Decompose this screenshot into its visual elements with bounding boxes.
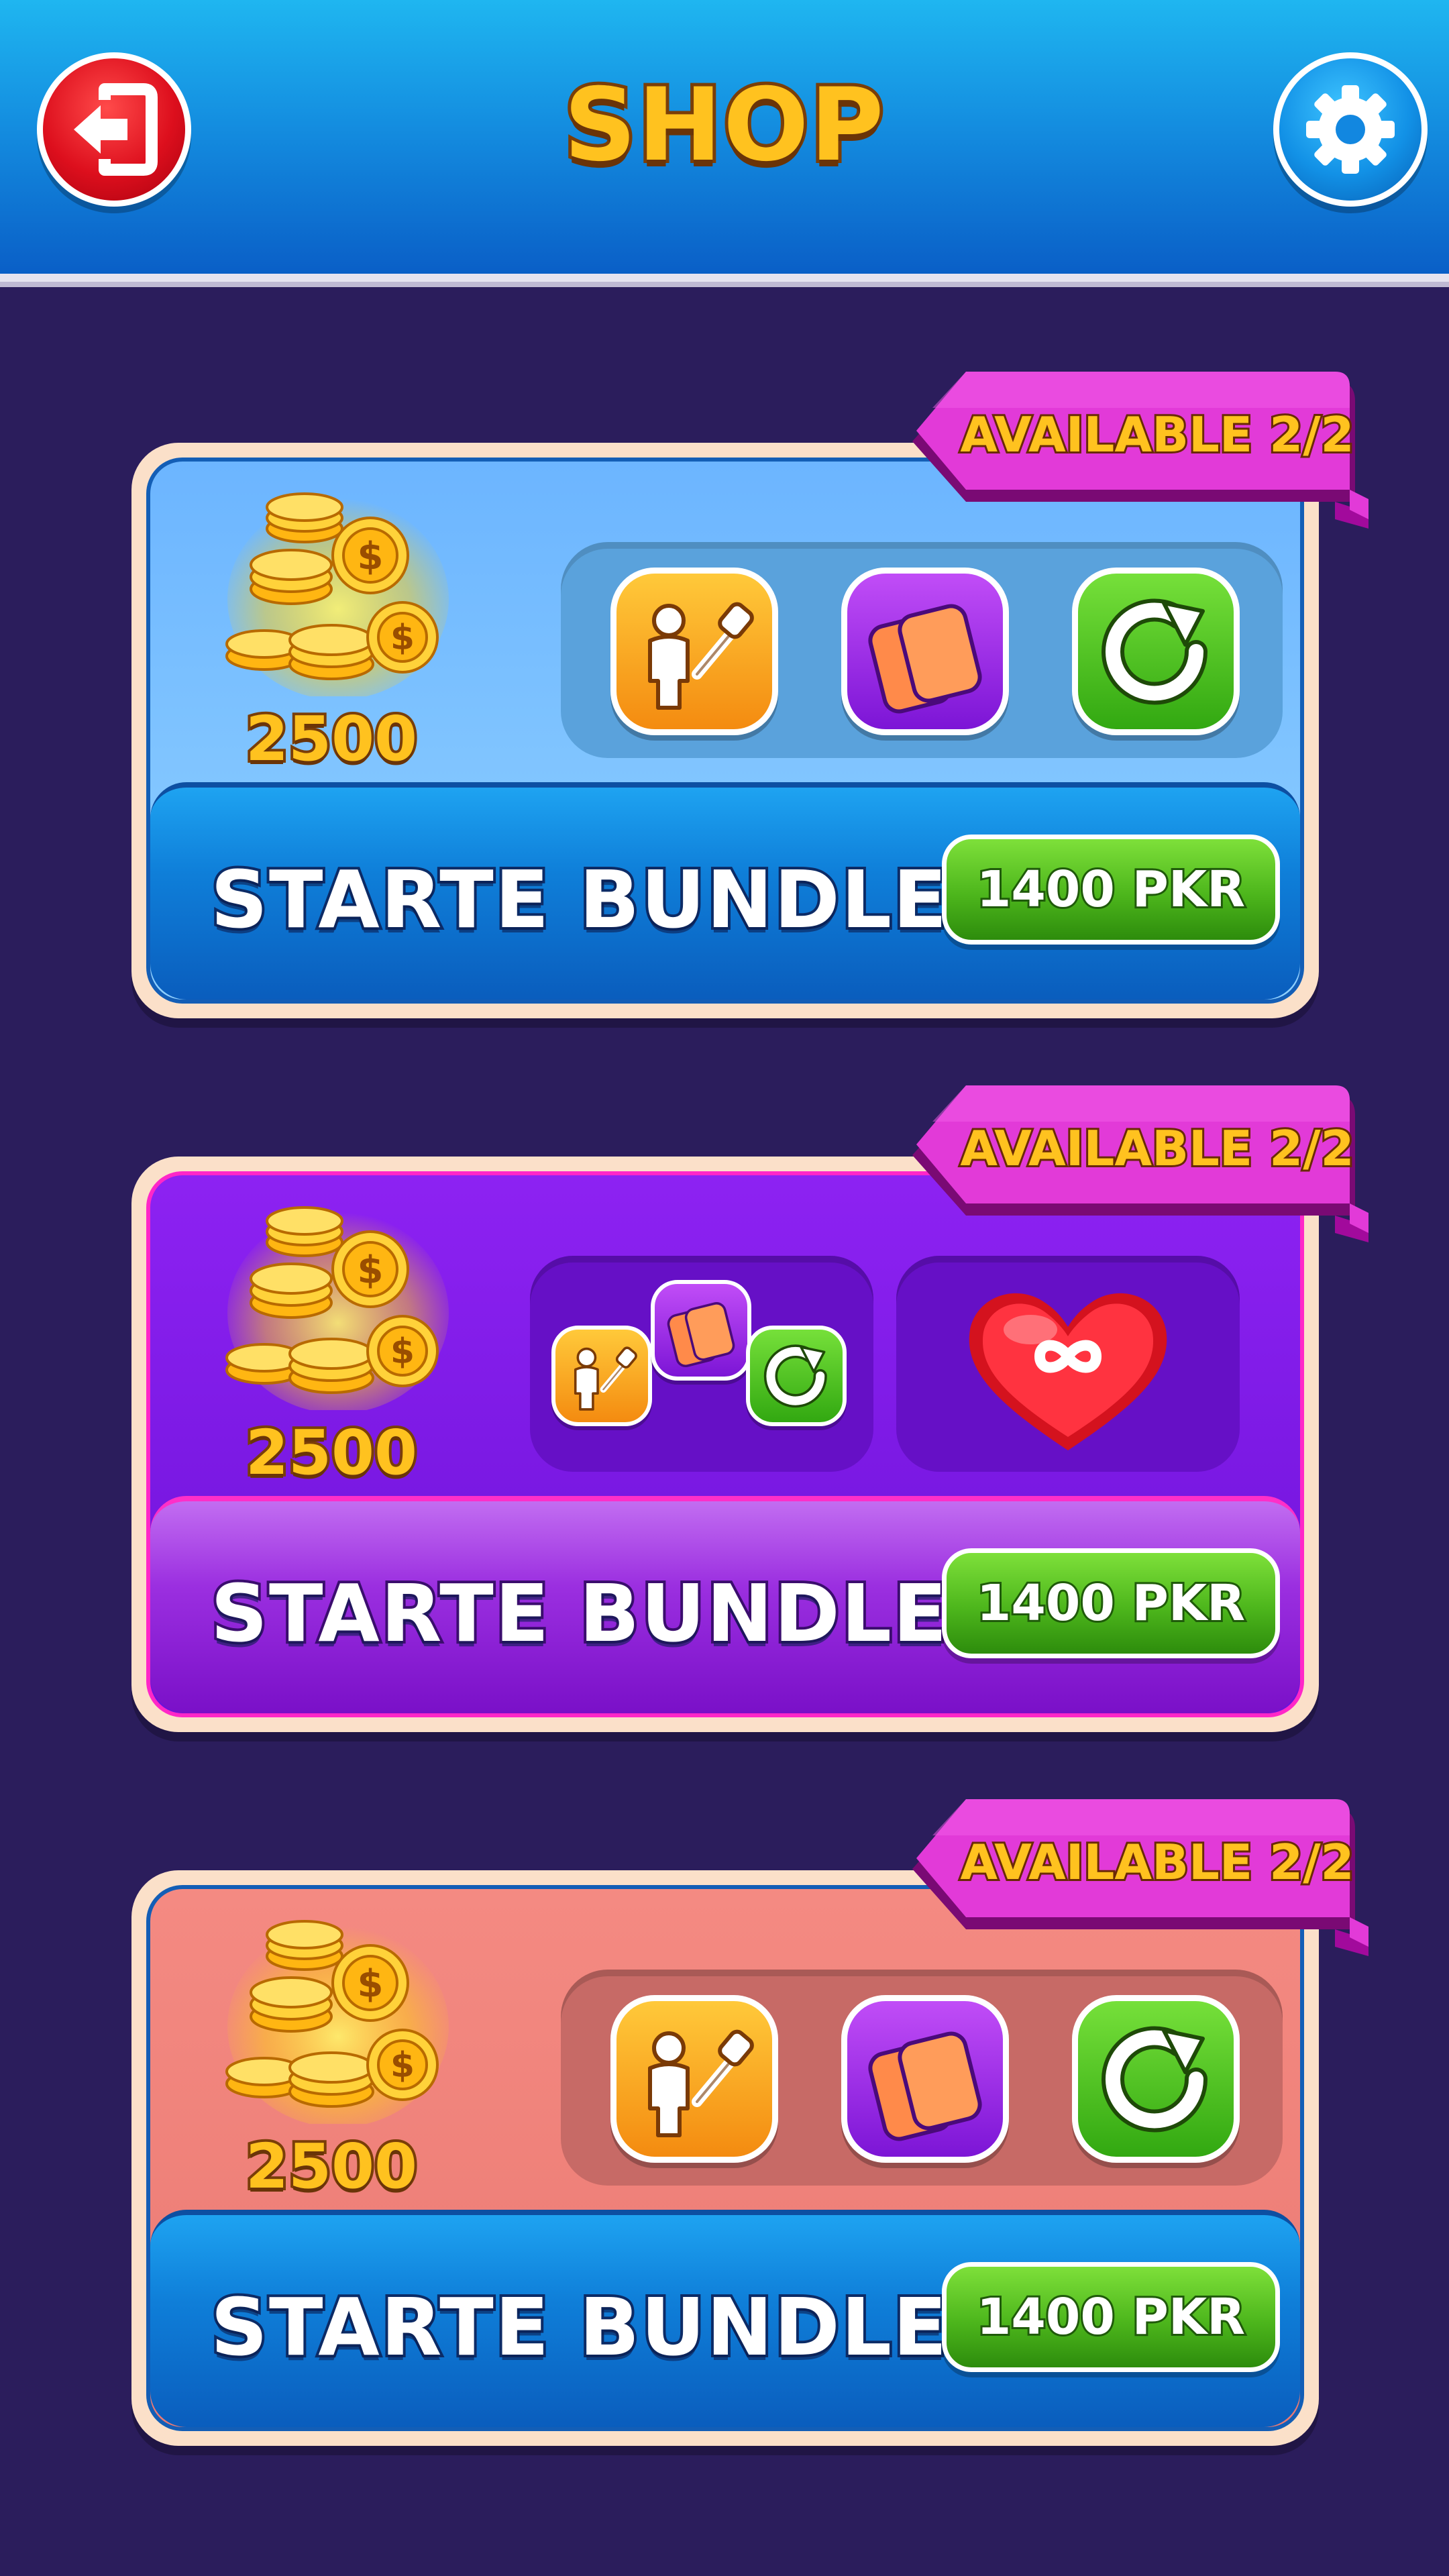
refresh-icon: [1072, 1995, 1240, 2163]
availability-label: AVAILABLE 2/2: [958, 405, 1356, 465]
bundle-title: STARTE BUNDLE: [208, 2278, 950, 2376]
bundle-items-panel: [561, 542, 1283, 758]
coin-amount: 2500: [243, 700, 420, 777]
availability-ribbon: AVAILABLE 2/2: [906, 1081, 1368, 1242]
coin-stack-icon: [224, 1916, 452, 2129]
gear-icon: [1306, 85, 1395, 174]
cards-icon: [651, 1280, 751, 1381]
cards-icon: [841, 568, 1009, 735]
bundle-card-2: 2500 STARTE BUNDLE 1400 PKR: [131, 1157, 1319, 1732]
bundle-title: STARTE BUNDLE: [208, 851, 950, 949]
bundle-card-3: 2500 STARTE BUNDLE 1400 PKR: [131, 1870, 1319, 2446]
bundle-footer: STARTE BUNDLE 1400 PKR: [150, 1496, 1300, 1713]
availability-label: AVAILABLE 2/2: [958, 1832, 1356, 1892]
infinite-lives-heart-icon: [969, 1293, 1167, 1450]
cards-icon: [841, 1995, 1009, 2163]
bundle-footer: STARTE BUNDLE 1400 PKR: [150, 2210, 1300, 2427]
avatar-color-picker-icon: [610, 568, 778, 735]
settings-button[interactable]: [1273, 52, 1428, 207]
coin-stack-icon: [224, 488, 452, 701]
avatar-color-picker-icon: [551, 1326, 652, 1426]
infinite-lives-panel: [896, 1256, 1240, 1472]
bundle-items-panel: [561, 1970, 1283, 2186]
top-bar: SHOP: [0, 0, 1449, 282]
availability-ribbon: AVAILABLE 2/2: [906, 368, 1368, 529]
buy-button[interactable]: 1400 PKR: [942, 1548, 1280, 1658]
bundle-card-body: 2500 STARTE BUNDLE 1400 PKR: [146, 1885, 1304, 2431]
boosters-panel: [530, 1256, 873, 1472]
bundle-title: STARTE BUNDLE: [208, 1564, 950, 1662]
page-title: SHOP: [560, 64, 887, 187]
bundle-card-body: 2500 STARTE BUNDLE 1400 PKR: [146, 458, 1304, 1004]
availability-label: AVAILABLE 2/2: [958, 1118, 1356, 1179]
refresh-icon: [746, 1326, 847, 1426]
refresh-icon: [1072, 568, 1240, 735]
bundle-card-1: 2500 STARTE BUNDLE 1400 PKR: [131, 443, 1319, 1018]
bundle-footer: STARTE BUNDLE 1400 PKR: [150, 782, 1300, 1000]
buy-button[interactable]: 1400 PKR: [942, 835, 1280, 945]
availability-ribbon: AVAILABLE 2/2: [906, 1795, 1368, 1956]
coin-amount: 2500: [243, 1414, 420, 1491]
coin-amount: 2500: [243, 2128, 420, 2205]
avatar-color-picker-icon: [610, 1995, 778, 2163]
coin-stack-icon: [224, 1202, 452, 1415]
buy-button[interactable]: 1400 PKR: [942, 2262, 1280, 2372]
bundle-card-body: 2500 STARTE BUNDLE 1400 PKR: [146, 1171, 1304, 1717]
